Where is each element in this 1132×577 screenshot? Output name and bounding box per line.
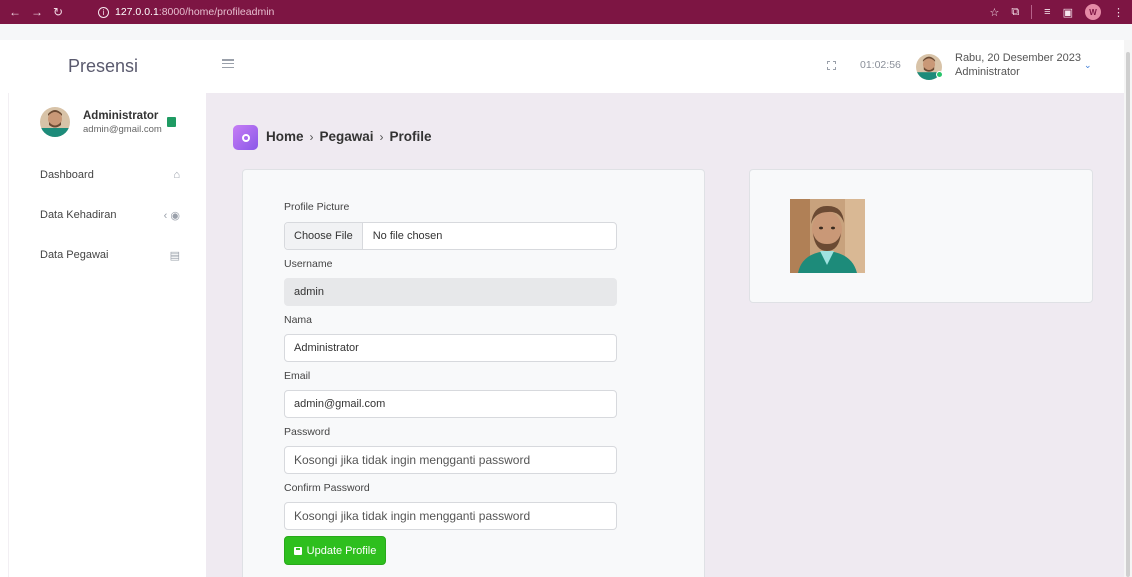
breadcrumb-separator-icon: › xyxy=(379,129,384,144)
email-field[interactable]: admin@gmail.com xyxy=(284,390,617,418)
home-icon: ⌂ xyxy=(173,169,180,181)
current-date: Rabu, 20 Desember 2023 xyxy=(955,52,1081,64)
avatar xyxy=(40,107,70,137)
username-label: Username xyxy=(284,258,333,270)
reading-list-icon[interactable]: ≡ xyxy=(1044,6,1050,18)
no-file-text: No file chosen xyxy=(372,230,443,242)
password-label: Password xyxy=(284,426,331,438)
app-brand[interactable]: Presensi xyxy=(0,40,206,93)
toolbar-divider xyxy=(1031,5,1033,19)
clock-time: 01:02:56 xyxy=(860,59,901,71)
sidebar-item-dashboard[interactable]: Dashboard ⌂ xyxy=(40,166,180,184)
update-profile-button[interactable]: Update Profile xyxy=(284,536,386,565)
nama-field[interactable]: Administrator xyxy=(284,334,617,362)
username-field: admin xyxy=(284,278,617,306)
nama-label: Nama xyxy=(284,314,313,326)
breadcrumb-pegawai[interactable]: Pegawai xyxy=(320,129,374,144)
bookmark-icon xyxy=(167,117,176,127)
side-panel-icon[interactable]: ▣ xyxy=(1063,6,1073,19)
sidebar-item-label: Data Pegawai xyxy=(40,249,109,261)
reload-icon[interactable]: ↻ xyxy=(53,5,63,19)
extensions-icon[interactable]: ⧉ xyxy=(1011,6,1019,19)
sidebar-user-name: Administrator xyxy=(83,109,159,122)
url-host: 127.0.0.1 xyxy=(115,6,159,18)
page-scrollbar[interactable] xyxy=(1124,40,1132,577)
sidebar-item-data-kehadiran[interactable]: Data Kehadiran ‹ ◉ xyxy=(40,206,180,224)
user-role: Administrator xyxy=(955,66,1020,78)
breadcrumb: Home › Pegawai › Profile xyxy=(266,129,432,144)
browser-menu-icon[interactable]: ⋮ xyxy=(1113,6,1124,19)
browser-bottom-strip xyxy=(0,24,1132,40)
sidebar-item-label: Data Kehadiran xyxy=(40,209,117,221)
chevron-down-icon[interactable]: ⌄ xyxy=(1084,60,1092,71)
url-path: :8000/home/profileadmin xyxy=(158,6,275,18)
choose-file-button[interactable]: Choose File xyxy=(285,223,363,249)
profile-photo xyxy=(790,199,865,273)
confirm-password-label: Confirm Password xyxy=(284,482,370,494)
chevron-left-icon: ‹ ◉ xyxy=(163,209,180,222)
breadcrumb-profile: Profile xyxy=(389,129,432,144)
fullscreen-icon[interactable] xyxy=(827,61,836,70)
update-profile-label: Update Profile xyxy=(306,544,377,557)
sidebar-user[interactable]: Administrator admin@gmail.com xyxy=(40,107,190,137)
browser-nav: ← → ↻ xyxy=(0,5,96,19)
online-status-dot xyxy=(936,71,943,78)
id-card-icon: ▤ xyxy=(169,249,180,262)
menu-toggle-icon[interactable] xyxy=(222,59,234,69)
browser-profile-avatar[interactable]: W xyxy=(1085,4,1101,20)
sidebar-item-data-pegawai[interactable]: Data Pegawai ▤ xyxy=(40,246,180,264)
confirm-password-field[interactable]: Kosongi jika tidak ingin mengganti passw… xyxy=(284,502,617,530)
page-icon xyxy=(233,125,258,150)
profile-picture-input[interactable]: Choose File No file chosen xyxy=(284,222,617,250)
profile-picture-label: Profile Picture xyxy=(284,201,350,213)
sidebar-user-email: admin@gmail.com xyxy=(83,123,162,135)
save-icon xyxy=(293,546,302,555)
forward-icon[interactable]: → xyxy=(31,5,43,19)
password-field[interactable]: Kosongi jika tidak ingin mengganti passw… xyxy=(284,446,617,474)
address-bar[interactable]: i 127.0.0.1:8000/home/profileadmin xyxy=(98,3,758,21)
site-info-icon[interactable]: i xyxy=(98,6,109,18)
browser-toolbar: ← → ↻ i 127.0.0.1:8000/home/profileadmin… xyxy=(0,0,1132,40)
bookmark-star-icon[interactable]: ☆ xyxy=(989,6,999,19)
browser-actions: ☆ ⧉ ≡ ▣ W ⋮ xyxy=(989,0,1124,24)
back-icon[interactable]: ← xyxy=(9,5,21,19)
breadcrumb-separator-icon: › xyxy=(309,129,314,144)
sidebar-item-label: Dashboard xyxy=(40,169,94,181)
email-label: Email xyxy=(284,370,311,382)
breadcrumb-home[interactable]: Home xyxy=(266,129,304,144)
